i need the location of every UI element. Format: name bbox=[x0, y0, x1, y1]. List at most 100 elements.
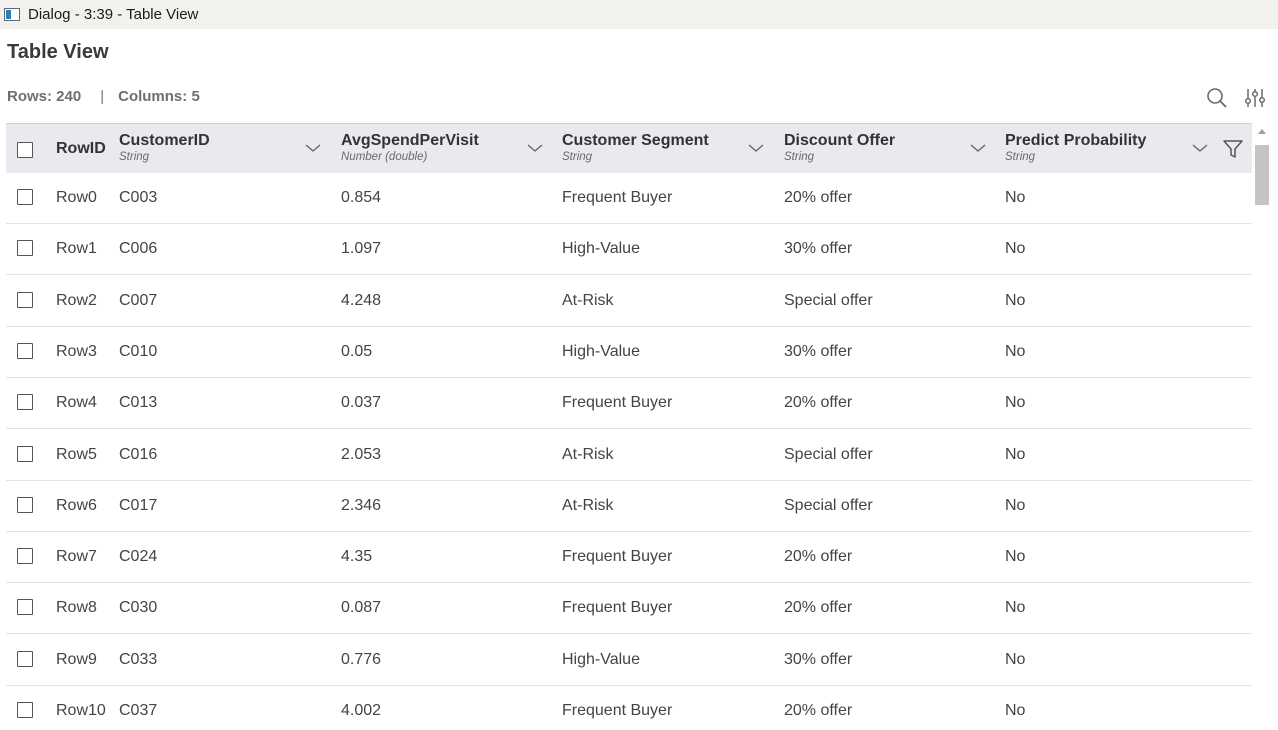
avgspend-cell: 0.037 bbox=[341, 394, 382, 412]
predict-probability-cell: No bbox=[1005, 189, 1026, 206]
row-checkbox[interactable] bbox=[17, 291, 33, 308]
predict-probability-cell: No bbox=[1005, 445, 1026, 463]
customerid-cell: C024 bbox=[119, 548, 158, 566]
chevron-down-icon[interactable] bbox=[304, 141, 322, 155]
customerid-cell: C013 bbox=[119, 394, 158, 412]
segment-cell: High-Value bbox=[562, 240, 640, 258]
window-icon bbox=[4, 8, 20, 21]
row-checkbox[interactable] bbox=[17, 496, 33, 513]
filter-icon[interactable] bbox=[1222, 139, 1244, 159]
customerid-cell: C033 bbox=[119, 650, 158, 668]
sliders-icon[interactable] bbox=[1243, 86, 1267, 110]
row-id-cell: Row3 bbox=[56, 342, 97, 360]
row-checkbox[interactable] bbox=[17, 702, 33, 718]
avgspend-cell: 4.35 bbox=[341, 548, 373, 566]
avgspend-cell: 0.776 bbox=[341, 650, 382, 668]
column-type: Number (double) bbox=[341, 151, 428, 163]
chevron-down-icon[interactable] bbox=[1191, 141, 1209, 155]
customerid-cell: C010 bbox=[119, 342, 158, 360]
segment-cell: High-Value bbox=[562, 650, 640, 668]
column-type: String bbox=[1005, 151, 1036, 163]
chevron-down-icon[interactable] bbox=[747, 141, 765, 155]
discount-cell: Special offer bbox=[784, 291, 873, 309]
row-checkbox[interactable] bbox=[17, 189, 33, 205]
predict-probability-cell: No bbox=[1005, 496, 1026, 514]
table-row[interactable]: Row2 C007 4.248 At-Risk Special offer No bbox=[6, 276, 1252, 327]
row-id-cell: Row0 bbox=[56, 189, 97, 206]
scrollbar-thumb[interactable] bbox=[1255, 145, 1269, 205]
predict-probability-cell: No bbox=[1005, 291, 1026, 309]
predict-probability-cell: No bbox=[1005, 650, 1026, 668]
select-all-checkbox[interactable] bbox=[17, 142, 33, 158]
customerid-cell: C017 bbox=[119, 496, 158, 514]
avgspend-cell: 2.053 bbox=[341, 445, 382, 463]
row-id-cell: Row10 bbox=[56, 702, 106, 719]
rowid-header: RowID bbox=[56, 140, 106, 158]
column-name: Customer Segment bbox=[562, 132, 709, 149]
table-row[interactable]: Row5 C016 2.053 At-Risk Special offer No bbox=[6, 430, 1252, 481]
row-checkbox[interactable] bbox=[17, 548, 33, 565]
table-row[interactable]: Row8 C030 0.087 Frequent Buyer 20% offer No bbox=[6, 583, 1252, 635]
window-title: Dialog - 3:39 - Table View bbox=[28, 6, 199, 23]
table-row[interactable]: Row1 C006 1.097 High-Value 30% offer No bbox=[6, 224, 1252, 276]
table-row[interactable]: Row10 C037 4.002 Frequent Buyer 20% offer No bbox=[6, 686, 1252, 730]
row-id-cell: Row2 bbox=[56, 291, 97, 309]
column-header-discount-offer[interactable]: Discount Offer String bbox=[784, 132, 895, 164]
row-checkbox[interactable] bbox=[17, 342, 33, 359]
avgspend-cell: 4.002 bbox=[341, 702, 382, 719]
column-type: String bbox=[562, 151, 593, 163]
table-header: RowID CustomerID String AvgSpendPerVisit… bbox=[6, 123, 1252, 173]
row-id-cell: Row1 bbox=[56, 240, 97, 258]
table-row[interactable]: Row0 C003 0.854 Frequent Buyer 20% offer No bbox=[6, 173, 1252, 224]
column-header-customer-segment[interactable]: Customer Segment String bbox=[562, 132, 709, 164]
discount-cell: Special offer bbox=[784, 445, 873, 463]
row-checkbox[interactable] bbox=[17, 650, 33, 667]
column-name: Discount Offer bbox=[784, 132, 896, 149]
row-checkbox[interactable] bbox=[17, 599, 33, 616]
row-id-cell: Row6 bbox=[56, 496, 97, 514]
customerid-cell: C006 bbox=[119, 240, 158, 258]
row-id-cell: Row5 bbox=[56, 445, 97, 463]
table-row[interactable]: Row6 C017 2.346 At-Risk Special offer No bbox=[6, 481, 1252, 532]
discount-cell: 20% offer bbox=[784, 189, 853, 206]
segment-cell: High-Value bbox=[562, 342, 640, 360]
scroll-up-arrow-icon[interactable] bbox=[1258, 129, 1266, 134]
row-id-cell: Row8 bbox=[56, 599, 97, 617]
row-checkbox[interactable] bbox=[17, 240, 33, 257]
customerid-cell: C003 bbox=[119, 189, 158, 206]
segment-cell: Frequent Buyer bbox=[562, 599, 673, 617]
table-row[interactable]: Row3 C010 0.05 High-Value 30% offer No bbox=[6, 327, 1252, 378]
row-checkbox[interactable] bbox=[17, 394, 33, 411]
customerid-cell: C007 bbox=[119, 291, 158, 309]
row-checkbox[interactable] bbox=[17, 445, 33, 462]
segment-cell: Frequent Buyer bbox=[562, 394, 673, 412]
table-row[interactable]: Row4 C013 0.037 Frequent Buyer 20% offer No bbox=[6, 378, 1252, 430]
predict-probability-cell: No bbox=[1005, 599, 1026, 617]
discount-cell: 20% offer bbox=[784, 548, 853, 566]
column-header-predict-probability[interactable]: Predict Probability String bbox=[1005, 132, 1146, 164]
search-icon[interactable] bbox=[1205, 86, 1229, 110]
column-type: String bbox=[784, 151, 815, 163]
avgspend-cell: 1.097 bbox=[341, 240, 382, 258]
chevron-down-icon[interactable] bbox=[969, 141, 987, 155]
discount-cell: 30% offer bbox=[784, 650, 853, 668]
row-id-cell: Row4 bbox=[56, 394, 97, 412]
table-row[interactable]: Row7 C024 4.35 Frequent Buyer 20% offer No bbox=[6, 532, 1252, 584]
predict-probability-cell: No bbox=[1005, 702, 1026, 719]
predict-probability-cell: No bbox=[1005, 548, 1026, 566]
table-row[interactable]: Row9 C033 0.776 High-Value 30% offer No bbox=[6, 635, 1252, 686]
column-name: Predict Probability bbox=[1005, 132, 1147, 149]
row-id-cell: Row7 bbox=[56, 548, 97, 566]
table-stats: Rows: 240 | Columns: 5 bbox=[7, 88, 200, 105]
vertical-scrollbar[interactable] bbox=[1253, 123, 1272, 730]
predict-probability-cell: No bbox=[1005, 342, 1026, 360]
discount-cell: 20% offer bbox=[784, 702, 853, 719]
avgspend-cell: 0.854 bbox=[341, 189, 382, 206]
column-header-avgspendpervisit[interactable]: AvgSpendPerVisit Number (double) bbox=[341, 132, 479, 164]
columns-count: Columns: 5 bbox=[118, 88, 200, 105]
chevron-down-icon[interactable] bbox=[526, 141, 544, 155]
rowid-header-label: RowID bbox=[56, 140, 106, 157]
stats-separator: | bbox=[100, 88, 105, 105]
column-header-customerid[interactable]: CustomerID String bbox=[119, 132, 210, 164]
segment-cell: Frequent Buyer bbox=[562, 189, 673, 206]
